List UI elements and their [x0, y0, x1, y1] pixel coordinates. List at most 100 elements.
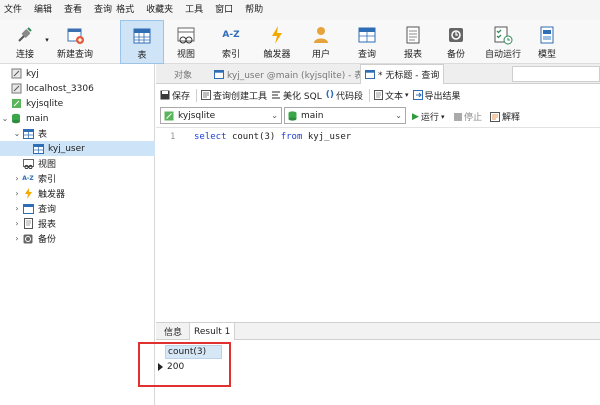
- user-button[interactable]: 用户: [302, 20, 340, 64]
- highlight-annotation: [138, 342, 231, 387]
- sql-keyword: from: [280, 132, 303, 142]
- connection-icon: [10, 83, 22, 94]
- backup-button[interactable]: 备份: [437, 20, 475, 64]
- document-icon: [373, 90, 383, 100]
- chevron-down-icon: ▾: [404, 91, 409, 99]
- chevron-right-icon[interactable]: ›: [12, 189, 22, 198]
- menu-tools[interactable]: 工具: [179, 0, 209, 20]
- connection-select[interactable]: kyjsqlite ⌄: [160, 107, 282, 124]
- table-icon: [214, 69, 224, 79]
- tree-database-main[interactable]: ⌄ main: [0, 111, 155, 126]
- tree-folder-indexes[interactable]: › A-Z 索引: [0, 171, 155, 186]
- object-filter-input[interactable]: [512, 66, 600, 82]
- chevron-right-icon[interactable]: ›: [12, 204, 22, 213]
- sql-function: count(3): [231, 132, 276, 142]
- database-icon: [288, 110, 297, 121]
- connection-selector-row: kyjsqlite ⌄ main ⌄ ▶ 运行 ▾ 停止 解释: [156, 106, 600, 126]
- menu-help[interactable]: 帮助: [239, 0, 269, 20]
- sort-az-icon: A-Z: [22, 175, 34, 182]
- backup-icon: [22, 233, 34, 244]
- code-snippet-button[interactable]: () 代码段: [326, 89, 363, 102]
- plug-icon: [14, 25, 36, 45]
- backup-icon: [445, 25, 467, 45]
- tab-objects[interactable]: 对象: [170, 64, 196, 84]
- save-button[interactable]: 保存: [160, 89, 190, 102]
- menu-edit[interactable]: 编辑: [28, 0, 58, 20]
- tree-folder-triggers[interactable]: › 触发器: [0, 186, 155, 201]
- export-results-button[interactable]: 导出结果: [412, 89, 461, 102]
- tree-connection-localhost[interactable]: localhost_3306: [0, 81, 155, 96]
- run-button[interactable]: ▶ 运行 ▾: [412, 110, 445, 124]
- tree-folder-backups[interactable]: › 备份: [0, 231, 155, 246]
- query-button[interactable]: 查询: [348, 20, 386, 64]
- chevron-down-icon: ▾: [440, 112, 445, 121]
- lightning-icon: [266, 25, 288, 45]
- trigger-button[interactable]: 触发器: [256, 20, 298, 64]
- new-query-icon: [64, 25, 86, 45]
- sort-az-icon: A-Z: [222, 30, 240, 40]
- sqlite-connection-icon: [10, 98, 22, 109]
- beautify-sql-button[interactable]: 美化 SQL: [271, 89, 322, 102]
- report-icon: [22, 218, 34, 229]
- chevron-right-icon[interactable]: ›: [12, 234, 22, 243]
- table-icon: [32, 143, 44, 154]
- explain-button[interactable]: 解释: [490, 110, 520, 123]
- database-select[interactable]: main ⌄: [284, 107, 406, 124]
- tab-result-1[interactable]: Result 1: [189, 323, 236, 340]
- view-button[interactable]: 视图: [167, 20, 205, 64]
- connect-dropdown[interactable]: ▾: [44, 20, 50, 64]
- menu-window[interactable]: 窗口: [209, 0, 239, 20]
- sql-table-name: kyj_user: [307, 132, 352, 142]
- query-builder-button[interactable]: 查询创建工具: [201, 89, 267, 102]
- table-icon: [22, 128, 34, 139]
- report-button[interactable]: 报表: [394, 20, 432, 64]
- chevron-right-icon[interactable]: ›: [12, 174, 22, 183]
- tree-table-kyj-user[interactable]: kyj_user: [0, 141, 155, 156]
- tree-folder-reports[interactable]: › 报表: [0, 216, 155, 231]
- chevron-down-icon[interactable]: ⌄: [0, 114, 10, 123]
- chevron-right-icon[interactable]: ›: [12, 219, 22, 228]
- auto-run-button[interactable]: 自动运行: [480, 20, 526, 64]
- tree-connection-kyjsqlite[interactable]: kyjsqlite: [0, 96, 155, 111]
- lightning-icon: [22, 188, 34, 199]
- view-icon: [22, 158, 34, 169]
- tab-info[interactable]: 信息: [160, 323, 186, 340]
- chevron-down-icon: ⌄: [271, 111, 278, 120]
- result-tab-bar: 信息 Result 1: [156, 322, 600, 340]
- menu-file[interactable]: 文件: [0, 0, 28, 20]
- sqlite-connection-icon: [164, 111, 174, 121]
- connection-icon: [10, 68, 22, 79]
- user-icon: [310, 25, 332, 45]
- tree-folder-tables[interactable]: ⌄ 表: [0, 126, 155, 141]
- chevron-down-icon[interactable]: ⌄: [12, 129, 22, 138]
- model-icon: [536, 25, 558, 45]
- index-button[interactable]: A-Z 索引: [212, 20, 250, 64]
- main-toolbar: 连接 ▾ 新建查询 表 视图 A-Z 索引 触发器 用户 查询 报表 备份 自动…: [0, 20, 600, 64]
- sql-code-line: select count(3) from kyj_user: [194, 132, 351, 142]
- parentheses-icon: (): [325, 90, 334, 100]
- sql-keyword: select: [194, 132, 227, 142]
- view-icon: [175, 25, 197, 45]
- tree-connection-kyj[interactable]: kyj: [0, 66, 155, 81]
- tab-table-kyj-user[interactable]: kyj_user @main (kyjsqlite) - 表: [210, 64, 367, 84]
- model-button[interactable]: 模型: [530, 20, 564, 64]
- sql-editor[interactable]: 1 select count(3) from kyj_user: [156, 127, 600, 322]
- stop-button[interactable]: 停止: [454, 110, 482, 123]
- menu-query[interactable]: 查询: [88, 0, 114, 20]
- line-number-gutter: 1: [170, 132, 176, 142]
- menu-bar: 文件 编辑 查看 查询 格式 收藏夹 工具 窗口 帮助: [0, 0, 600, 20]
- text-dropdown-button[interactable]: 文本 ▾: [373, 89, 409, 102]
- stop-icon: [454, 112, 462, 121]
- chevron-down-icon: ⌄: [395, 111, 402, 120]
- beautify-icon: [271, 90, 281, 100]
- tree-folder-views[interactable]: 视图: [0, 156, 155, 171]
- query-icon: [22, 203, 34, 214]
- tree-folder-queries[interactable]: › 查询: [0, 201, 155, 216]
- play-icon: ▶: [412, 111, 419, 122]
- menu-favorites[interactable]: 收藏夹: [140, 0, 179, 20]
- menu-view[interactable]: 查看: [58, 0, 88, 20]
- table-button[interactable]: 表: [120, 20, 164, 64]
- new-query-button[interactable]: 新建查询: [52, 20, 98, 64]
- menu-format[interactable]: 格式: [114, 0, 140, 20]
- tab-query-untitled[interactable]: * 无标题 - 查询: [360, 64, 445, 84]
